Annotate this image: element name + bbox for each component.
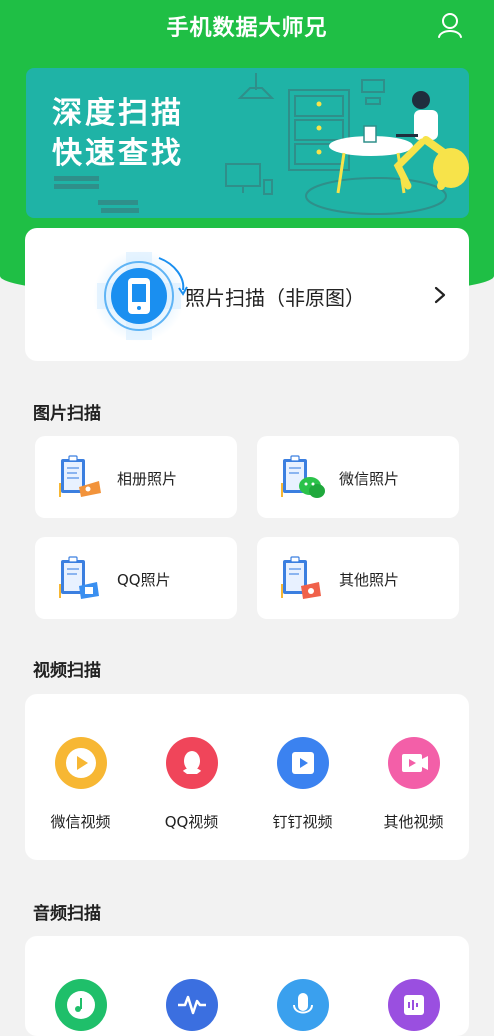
other-photo-icon <box>281 556 321 599</box>
other-video-label: 其他视频 <box>383 813 444 831</box>
qq-photo-icon <box>59 556 99 599</box>
waveform-icon <box>165 979 218 1031</box>
album-photo-icon <box>59 455 101 497</box>
image-scan-title: 图片扫描 <box>33 404 101 424</box>
user-icon <box>438 13 462 38</box>
user-button[interactable] <box>436 11 464 39</box>
wechat-video-item[interactable]: 微信视频 <box>25 737 136 832</box>
other-video-item[interactable]: 其他视频 <box>358 737 469 832</box>
chevron-right-icon <box>434 286 446 304</box>
qq-photo-label: QQ照片 <box>117 571 171 589</box>
video-scan-panel: 微信视频 QQ视频 钉钉视频 其他视频 <box>25 694 469 860</box>
voice-file-audio-item[interactable] <box>358 979 469 1031</box>
promo-banner[interactable]: 深度扫描 快速查找 <box>26 68 469 218</box>
qq-photo-card[interactable]: QQ照片 <box>35 537 237 619</box>
banner-headline: 深度扫描 快速查找 <box>52 94 184 174</box>
dingtalk-video-label: 钉钉视频 <box>272 813 333 831</box>
photo-scan-label: 照片扫描（非原图） <box>185 286 365 310</box>
dingtalk-video-icon <box>276 737 329 789</box>
other-photo-card[interactable]: 其他照片 <box>257 537 459 619</box>
music-icon <box>54 979 107 1031</box>
audio-scan-title: 音频扫描 <box>33 904 101 924</box>
dingtalk-video-item[interactable]: 钉钉视频 <box>247 737 358 832</box>
banner-line-1: 深度扫描 <box>52 96 184 131</box>
banner-line-2: 快速查找 <box>52 136 184 171</box>
other-video-icon <box>387 737 440 789</box>
waveform-audio-item[interactable] <box>136 979 247 1031</box>
wechat-photo-icon <box>281 455 325 498</box>
qq-video-label: QQ视频 <box>164 813 219 831</box>
wechat-video-label: 微信视频 <box>50 813 111 831</box>
wechat-photo-label: 微信照片 <box>339 470 400 488</box>
video-scan-title: 视频扫描 <box>33 661 101 681</box>
wechat-photo-card[interactable]: 微信照片 <box>257 436 459 518</box>
album-photo-label: 相册照片 <box>117 470 178 488</box>
microphone-audio-item[interactable] <box>247 979 358 1031</box>
wechat-video-icon <box>54 737 107 789</box>
qq-video-icon <box>165 737 218 789</box>
voice-file-icon <box>387 979 440 1031</box>
app-title: 手机数据大师兄 <box>166 16 328 41</box>
microphone-icon <box>276 979 329 1031</box>
qq-video-item[interactable]: QQ视频 <box>136 737 247 832</box>
album-photo-card[interactable]: 相册照片 <box>35 436 237 518</box>
phone-scan-icon <box>93 250 188 342</box>
audio-scan-panel <box>25 936 469 1036</box>
music-audio-item[interactable] <box>25 979 136 1031</box>
photo-scan-card[interactable]: 照片扫描（非原图） <box>25 228 469 361</box>
other-photo-label: 其他照片 <box>339 571 400 589</box>
